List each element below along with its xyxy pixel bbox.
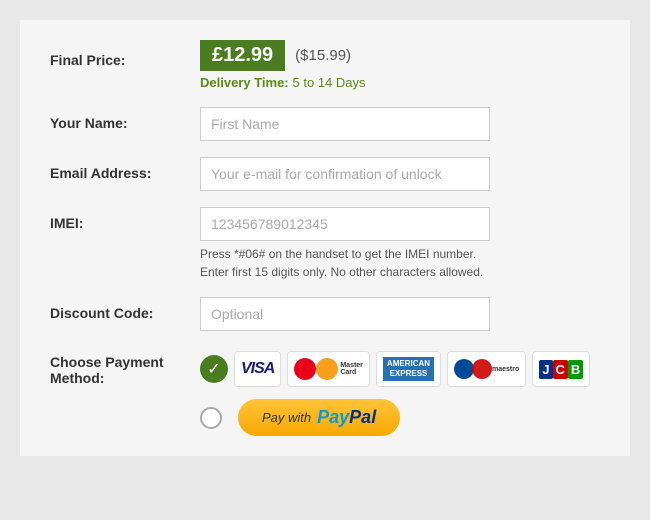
delivery-row: Delivery Time: 5 to 14 Days	[50, 75, 600, 91]
order-form: Final Price: £12.99 ($15.99) Delivery Ti…	[20, 20, 630, 456]
discount-row: Discount Code:	[50, 297, 600, 331]
selected-indicator: ✓	[200, 355, 228, 383]
payment-methods-row: Choose Payment Method: ✓ VISA MasterCard	[50, 351, 600, 387]
visa-card[interactable]: VISA	[234, 351, 281, 387]
discount-label: Discount Code:	[50, 297, 200, 321]
maestro-card[interactable]: maestro	[447, 351, 526, 387]
final-price-label: Final Price:	[50, 44, 200, 68]
check-icon: ✓	[207, 359, 220, 379]
price-usd: ($15.99)	[295, 47, 351, 64]
payment-section: Choose Payment Method: ✓ VISA MasterCard	[50, 351, 600, 436]
name-field	[200, 107, 600, 141]
email-field	[200, 157, 600, 191]
amex-card[interactable]: AMERICANEXPRESS	[376, 351, 441, 387]
jcb-b: B	[568, 360, 583, 379]
amex-logo: AMERICANEXPRESS	[383, 357, 434, 382]
delivery-value: 5 to 14 Days	[293, 75, 366, 91]
email-input[interactable]	[200, 157, 490, 191]
jcb-logo: J C B	[539, 360, 583, 379]
discount-field	[200, 297, 600, 331]
paypal-brand: PayPal	[317, 407, 376, 428]
amex-label: AMERICANEXPRESS	[383, 357, 434, 382]
maestro-logo	[454, 355, 492, 383]
paypal-p1: Pay	[317, 407, 349, 427]
name-label: Your Name:	[50, 107, 200, 131]
price-gbp: £12.99	[200, 40, 285, 71]
email-label: Email Address:	[50, 157, 200, 181]
email-row: Email Address:	[50, 157, 600, 191]
price-row: Final Price: £12.99 ($15.99)	[50, 40, 600, 71]
paypal-pay-text: Pay with	[262, 410, 311, 425]
payment-methods-list: ✓ VISA MasterCard AMERICA	[200, 351, 590, 387]
imei-hint: Press *#06# on the handset to get the IM…	[200, 245, 490, 281]
imei-row: IMEI: Press *#06# on the handset to get …	[50, 207, 600, 281]
jcb-c: C	[553, 360, 568, 379]
imei-label: IMEI:	[50, 207, 200, 231]
name-row: Your Name:	[50, 107, 600, 141]
mc-left-circle	[294, 358, 316, 380]
mastercard-card[interactable]: MasterCard	[287, 351, 370, 387]
delivery-label: Delivery Time:	[200, 75, 289, 91]
jcb-card[interactable]: J C B	[532, 351, 590, 387]
maestro-label: maestro	[492, 366, 519, 373]
paypal-p2: Pal	[349, 407, 376, 427]
paypal-row: Pay with PayPal	[50, 399, 600, 436]
mc-right-circle	[316, 358, 338, 380]
mastercard-label: MasterCard	[340, 362, 363, 376]
imei-field-wrapper: Press *#06# on the handset to get the IM…	[200, 207, 600, 281]
maestro-right-circle	[472, 359, 492, 379]
discount-input[interactable]	[200, 297, 490, 331]
visa-label: VISA	[241, 360, 274, 378]
imei-input[interactable]	[200, 207, 490, 241]
maestro-left-circle	[454, 359, 474, 379]
paypal-radio[interactable]	[200, 407, 222, 429]
payment-label: Choose Payment Method:	[50, 352, 200, 386]
paypal-button[interactable]: Pay with PayPal	[238, 399, 400, 436]
name-input[interactable]	[200, 107, 490, 141]
mastercard-logo	[294, 355, 338, 383]
jcb-j: J	[539, 360, 552, 379]
